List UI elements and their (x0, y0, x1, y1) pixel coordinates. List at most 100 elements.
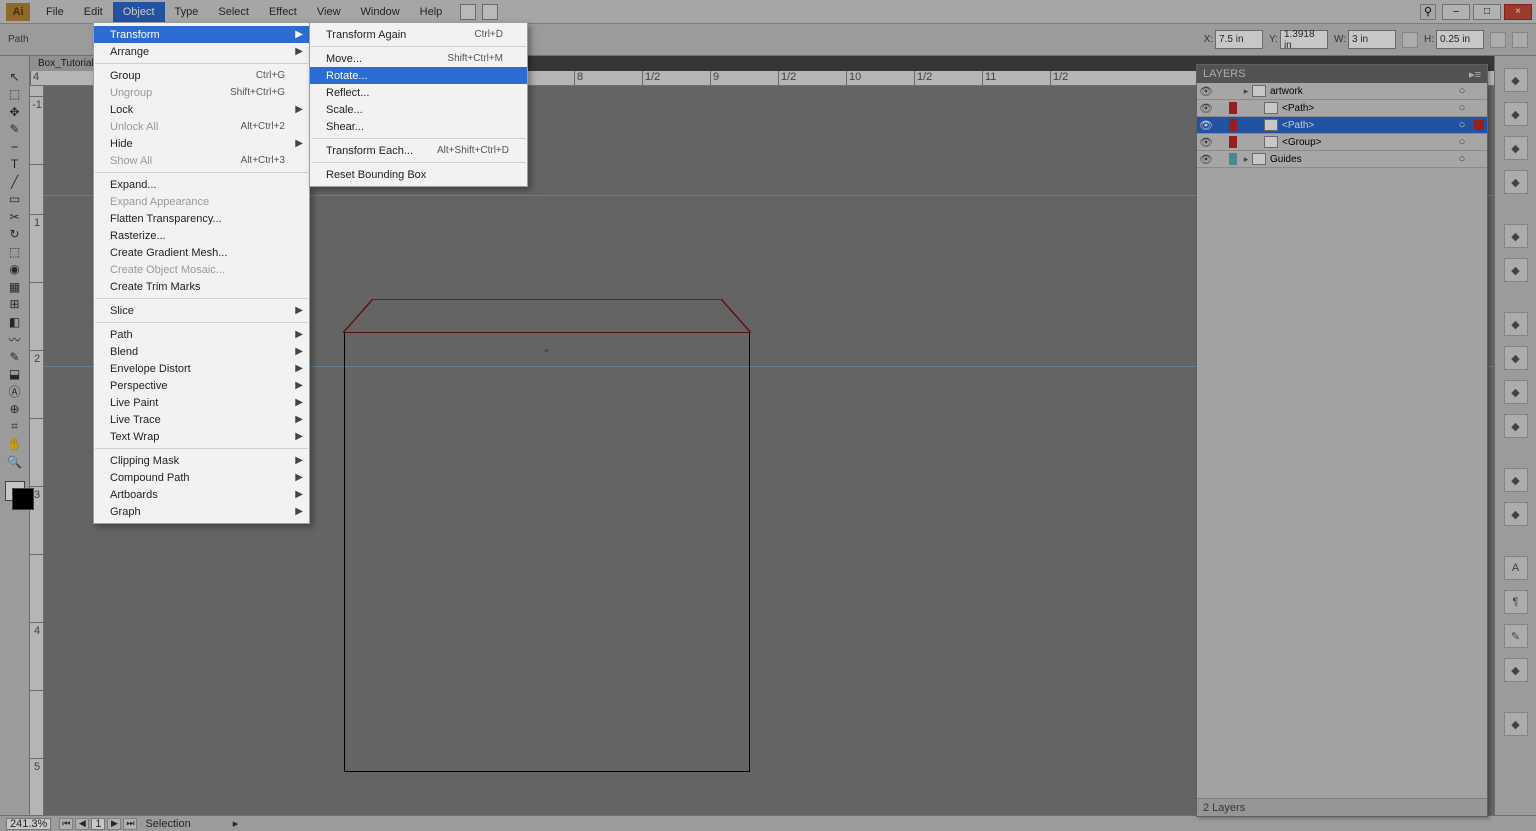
target-icon[interactable]: ○ (1453, 119, 1471, 131)
target-icon[interactable]: ○ (1453, 102, 1471, 114)
dock-button-10[interactable]: ◆ (1504, 380, 1528, 404)
doc-arrange-icon[interactable] (482, 4, 498, 20)
target-icon[interactable]: ○ (1453, 136, 1471, 148)
doc-arrange-icon[interactable] (460, 4, 476, 20)
layers-panel-header[interactable]: LAYERS ▸≡ (1197, 65, 1487, 83)
menu-item-rotate-[interactable]: Rotate... (310, 67, 527, 84)
tool-button-7[interactable]: ▭ (3, 191, 27, 209)
h-input[interactable]: 0.25 in (1436, 30, 1484, 49)
menu-effect[interactable]: Effect (259, 2, 307, 22)
window-maximize-button[interactable]: □ (1473, 4, 1501, 20)
menu-item-live-paint[interactable]: Live Paint▶ (94, 394, 309, 411)
menu-item-live-trace[interactable]: Live Trace▶ (94, 411, 309, 428)
layer-row[interactable]: 👁▸artwork○ (1197, 83, 1487, 100)
window-close-button[interactable]: × (1504, 4, 1532, 20)
tool-button-0[interactable]: ↖ (3, 68, 27, 86)
artboard-prev-button[interactable]: ◀ (75, 818, 89, 830)
y-input[interactable]: 1.3918 in (1280, 30, 1328, 49)
dock-button-21[interactable]: ◆ (1504, 712, 1528, 736)
tool-button-6[interactable]: ╱ (3, 173, 27, 191)
artboard-first-button[interactable]: ⏮ (59, 818, 73, 830)
tool-button-17[interactable]: ⬓ (3, 366, 27, 384)
dock-button-0[interactable]: ◆ (1504, 68, 1528, 92)
rotate-icon[interactable] (1512, 32, 1528, 48)
layer-row[interactable]: 👁<Path>○ (1197, 100, 1487, 117)
tool-button-14[interactable]: ◧ (3, 313, 27, 331)
menu-item-shear-[interactable]: Shear... (310, 118, 527, 135)
dock-button-8[interactable]: ◆ (1504, 312, 1528, 336)
menu-item-expand-[interactable]: Expand... (94, 176, 309, 193)
tool-button-4[interactable]: ⎯ (3, 138, 27, 156)
menu-item-perspective[interactable]: Perspective▶ (94, 377, 309, 394)
dock-button-13[interactable]: ◆ (1504, 468, 1528, 492)
tool-button-21[interactable]: ✋ (3, 436, 27, 454)
menu-item-path[interactable]: Path▶ (94, 326, 309, 343)
artwork-box[interactable] (344, 332, 750, 772)
dock-button-18[interactable]: ✎ (1504, 624, 1528, 648)
menu-help[interactable]: Help (410, 2, 453, 22)
document-tab[interactable]: Box_Tutorial (30, 56, 102, 71)
menu-item-reset-bounding-box[interactable]: Reset Bounding Box (310, 166, 527, 183)
menu-item-reflect-[interactable]: Reflect... (310, 84, 527, 101)
menu-item-slice[interactable]: Slice▶ (94, 302, 309, 319)
dock-button-3[interactable]: ◆ (1504, 170, 1528, 194)
visibility-icon[interactable]: 👁 (1197, 119, 1215, 132)
menu-item-group[interactable]: GroupCtrl+G (94, 67, 309, 84)
tool-button-16[interactable]: ✎ (3, 348, 27, 366)
menu-item-artboards[interactable]: Artboards▶ (94, 486, 309, 503)
tool-button-15[interactable]: 〰 (3, 331, 27, 349)
menu-item-flatten-transparency-[interactable]: Flatten Transparency... (94, 210, 309, 227)
dock-button-11[interactable]: ◆ (1504, 414, 1528, 438)
window-minimize-button[interactable]: – (1442, 4, 1470, 20)
menu-select[interactable]: Select (208, 2, 259, 22)
expand-icon[interactable]: ▸ (1240, 154, 1252, 165)
tool-button-9[interactable]: ↻ (3, 226, 27, 244)
menu-item-move-[interactable]: Move...Shift+Ctrl+M (310, 50, 527, 67)
menu-item-graph[interactable]: Graph▶ (94, 503, 309, 520)
shear-icon[interactable] (1490, 32, 1506, 48)
fill-stroke-swatch[interactable] (5, 481, 25, 501)
tool-button-18[interactable]: Ⓐ (3, 383, 27, 401)
tool-button-11[interactable]: ◉ (3, 261, 27, 279)
tool-button-10[interactable]: ⬚ (3, 243, 27, 261)
artboard-field[interactable]: 1 (91, 818, 105, 830)
tool-button-8[interactable]: ✂ (3, 208, 27, 226)
dock-button-16[interactable]: A (1504, 556, 1528, 580)
search-icon[interactable]: ⚲ (1420, 4, 1436, 20)
tool-button-5[interactable]: T (3, 156, 27, 174)
tool-button-12[interactable]: ▦ (3, 278, 27, 296)
menu-type[interactable]: Type (165, 2, 209, 22)
menu-item-compound-path[interactable]: Compound Path▶ (94, 469, 309, 486)
tool-button-20[interactable]: ⌗ (3, 418, 27, 436)
lock-aspect-icon[interactable] (1402, 32, 1418, 48)
menu-item-create-trim-marks[interactable]: Create Trim Marks (94, 278, 309, 295)
artboard-next-button[interactable]: ▶ (107, 818, 121, 830)
dock-button-9[interactable]: ◆ (1504, 346, 1528, 370)
layer-row[interactable]: 👁▸Guides○ (1197, 151, 1487, 168)
expand-icon[interactable]: ▸ (1240, 86, 1252, 97)
visibility-icon[interactable]: 👁 (1197, 136, 1215, 149)
dock-button-1[interactable]: ◆ (1504, 102, 1528, 126)
dock-button-2[interactable]: ◆ (1504, 136, 1528, 160)
layer-row[interactable]: 👁<Group>○ (1197, 134, 1487, 151)
target-icon[interactable]: ○ (1453, 85, 1471, 97)
menu-item-create-gradient-mesh-[interactable]: Create Gradient Mesh... (94, 244, 309, 261)
visibility-icon[interactable]: 👁 (1197, 153, 1215, 166)
tool-button-2[interactable]: ✥ (3, 103, 27, 121)
menu-item-scale-[interactable]: Scale... (310, 101, 527, 118)
artboard-last-button[interactable]: ⏭ (123, 818, 137, 830)
layer-row[interactable]: 👁<Path>○ (1197, 117, 1487, 134)
x-input[interactable]: 7.5 in (1215, 30, 1263, 49)
panel-menu-icon[interactable]: ▸≡ (1469, 68, 1481, 81)
menu-item-transform-each-[interactable]: Transform Each...Alt+Shift+Ctrl+D (310, 142, 527, 159)
tool-button-3[interactable]: ✎ (3, 121, 27, 139)
dock-button-19[interactable]: ◆ (1504, 658, 1528, 682)
menu-item-transform-again[interactable]: Transform AgainCtrl+D (310, 26, 527, 43)
dock-button-6[interactable]: ◆ (1504, 258, 1528, 282)
tool-button-22[interactable]: 🔍 (3, 453, 27, 471)
visibility-icon[interactable]: 👁 (1197, 102, 1215, 115)
w-input[interactable]: 3 in (1348, 30, 1396, 49)
visibility-icon[interactable]: 👁 (1197, 85, 1215, 98)
tool-button-19[interactable]: ⊕ (3, 401, 27, 419)
menu-window[interactable]: Window (351, 2, 410, 22)
